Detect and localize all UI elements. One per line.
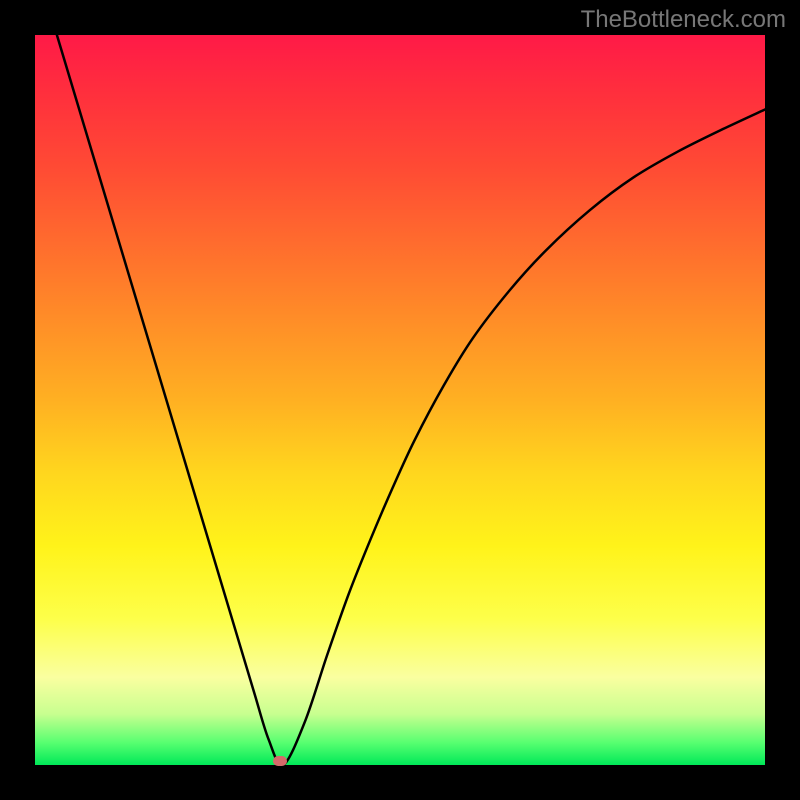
watermark-text: TheBottleneck.com (581, 6, 786, 34)
optimum-marker (273, 756, 287, 766)
plot-area (35, 35, 765, 765)
bottleneck-curve (35, 35, 765, 765)
chart-frame: TheBottleneck.com (0, 0, 800, 800)
